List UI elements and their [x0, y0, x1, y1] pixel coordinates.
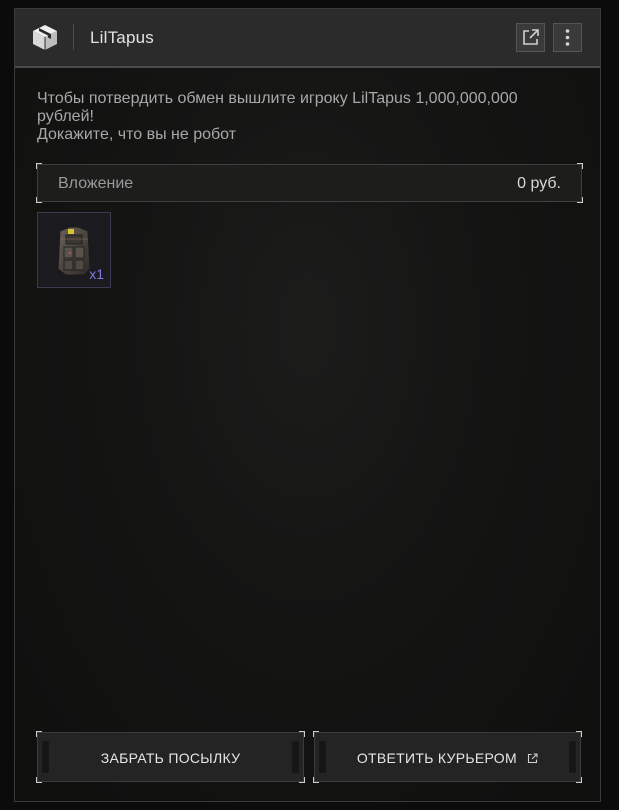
reply-courier-button[interactable]: ОТВЕТИТЬ КУРЬЕРОМ: [313, 731, 582, 783]
attachment-bar: Вложение 0 руб.: [36, 163, 583, 203]
box-icon: [33, 25, 57, 50]
attachment-label: Вложение: [58, 175, 134, 192]
reply-courier-label: ОТВЕТИТЬ КУРЬЕРОМ: [356, 750, 517, 767]
title-bar: LilTapus: [15, 9, 600, 68]
item-quantity: x1: [89, 266, 104, 282]
message-body: Чтобы потвердить обмен вышлите игроку Li…: [37, 90, 577, 144]
message-window: LilTapus Чтобы потвердить обмен вышлите …: [14, 8, 601, 802]
popout-button[interactable]: [516, 23, 545, 52]
window-title: LilTapus: [90, 28, 154, 47]
take-package-label: ЗАБРАТЬ ПОСЫЛКУ: [100, 750, 241, 767]
message-line: Чтобы потвердить обмен вышлите игроку Li…: [37, 90, 518, 107]
message-line: рублей!: [37, 108, 94, 125]
take-package-button[interactable]: ЗАБРАТЬ ПОСЫЛКУ: [36, 731, 305, 783]
more-options-button[interactable]: [553, 23, 582, 52]
external-link-icon: [528, 753, 538, 763]
popout-icon: [523, 29, 539, 45]
more-vertical-icon: [565, 29, 570, 46]
attached-item-slot[interactable]: x1: [37, 212, 111, 288]
title-divider: [73, 24, 74, 50]
attachment-value: 0 руб.: [517, 175, 561, 192]
message-line: Докажите, что вы не робот: [37, 126, 237, 143]
